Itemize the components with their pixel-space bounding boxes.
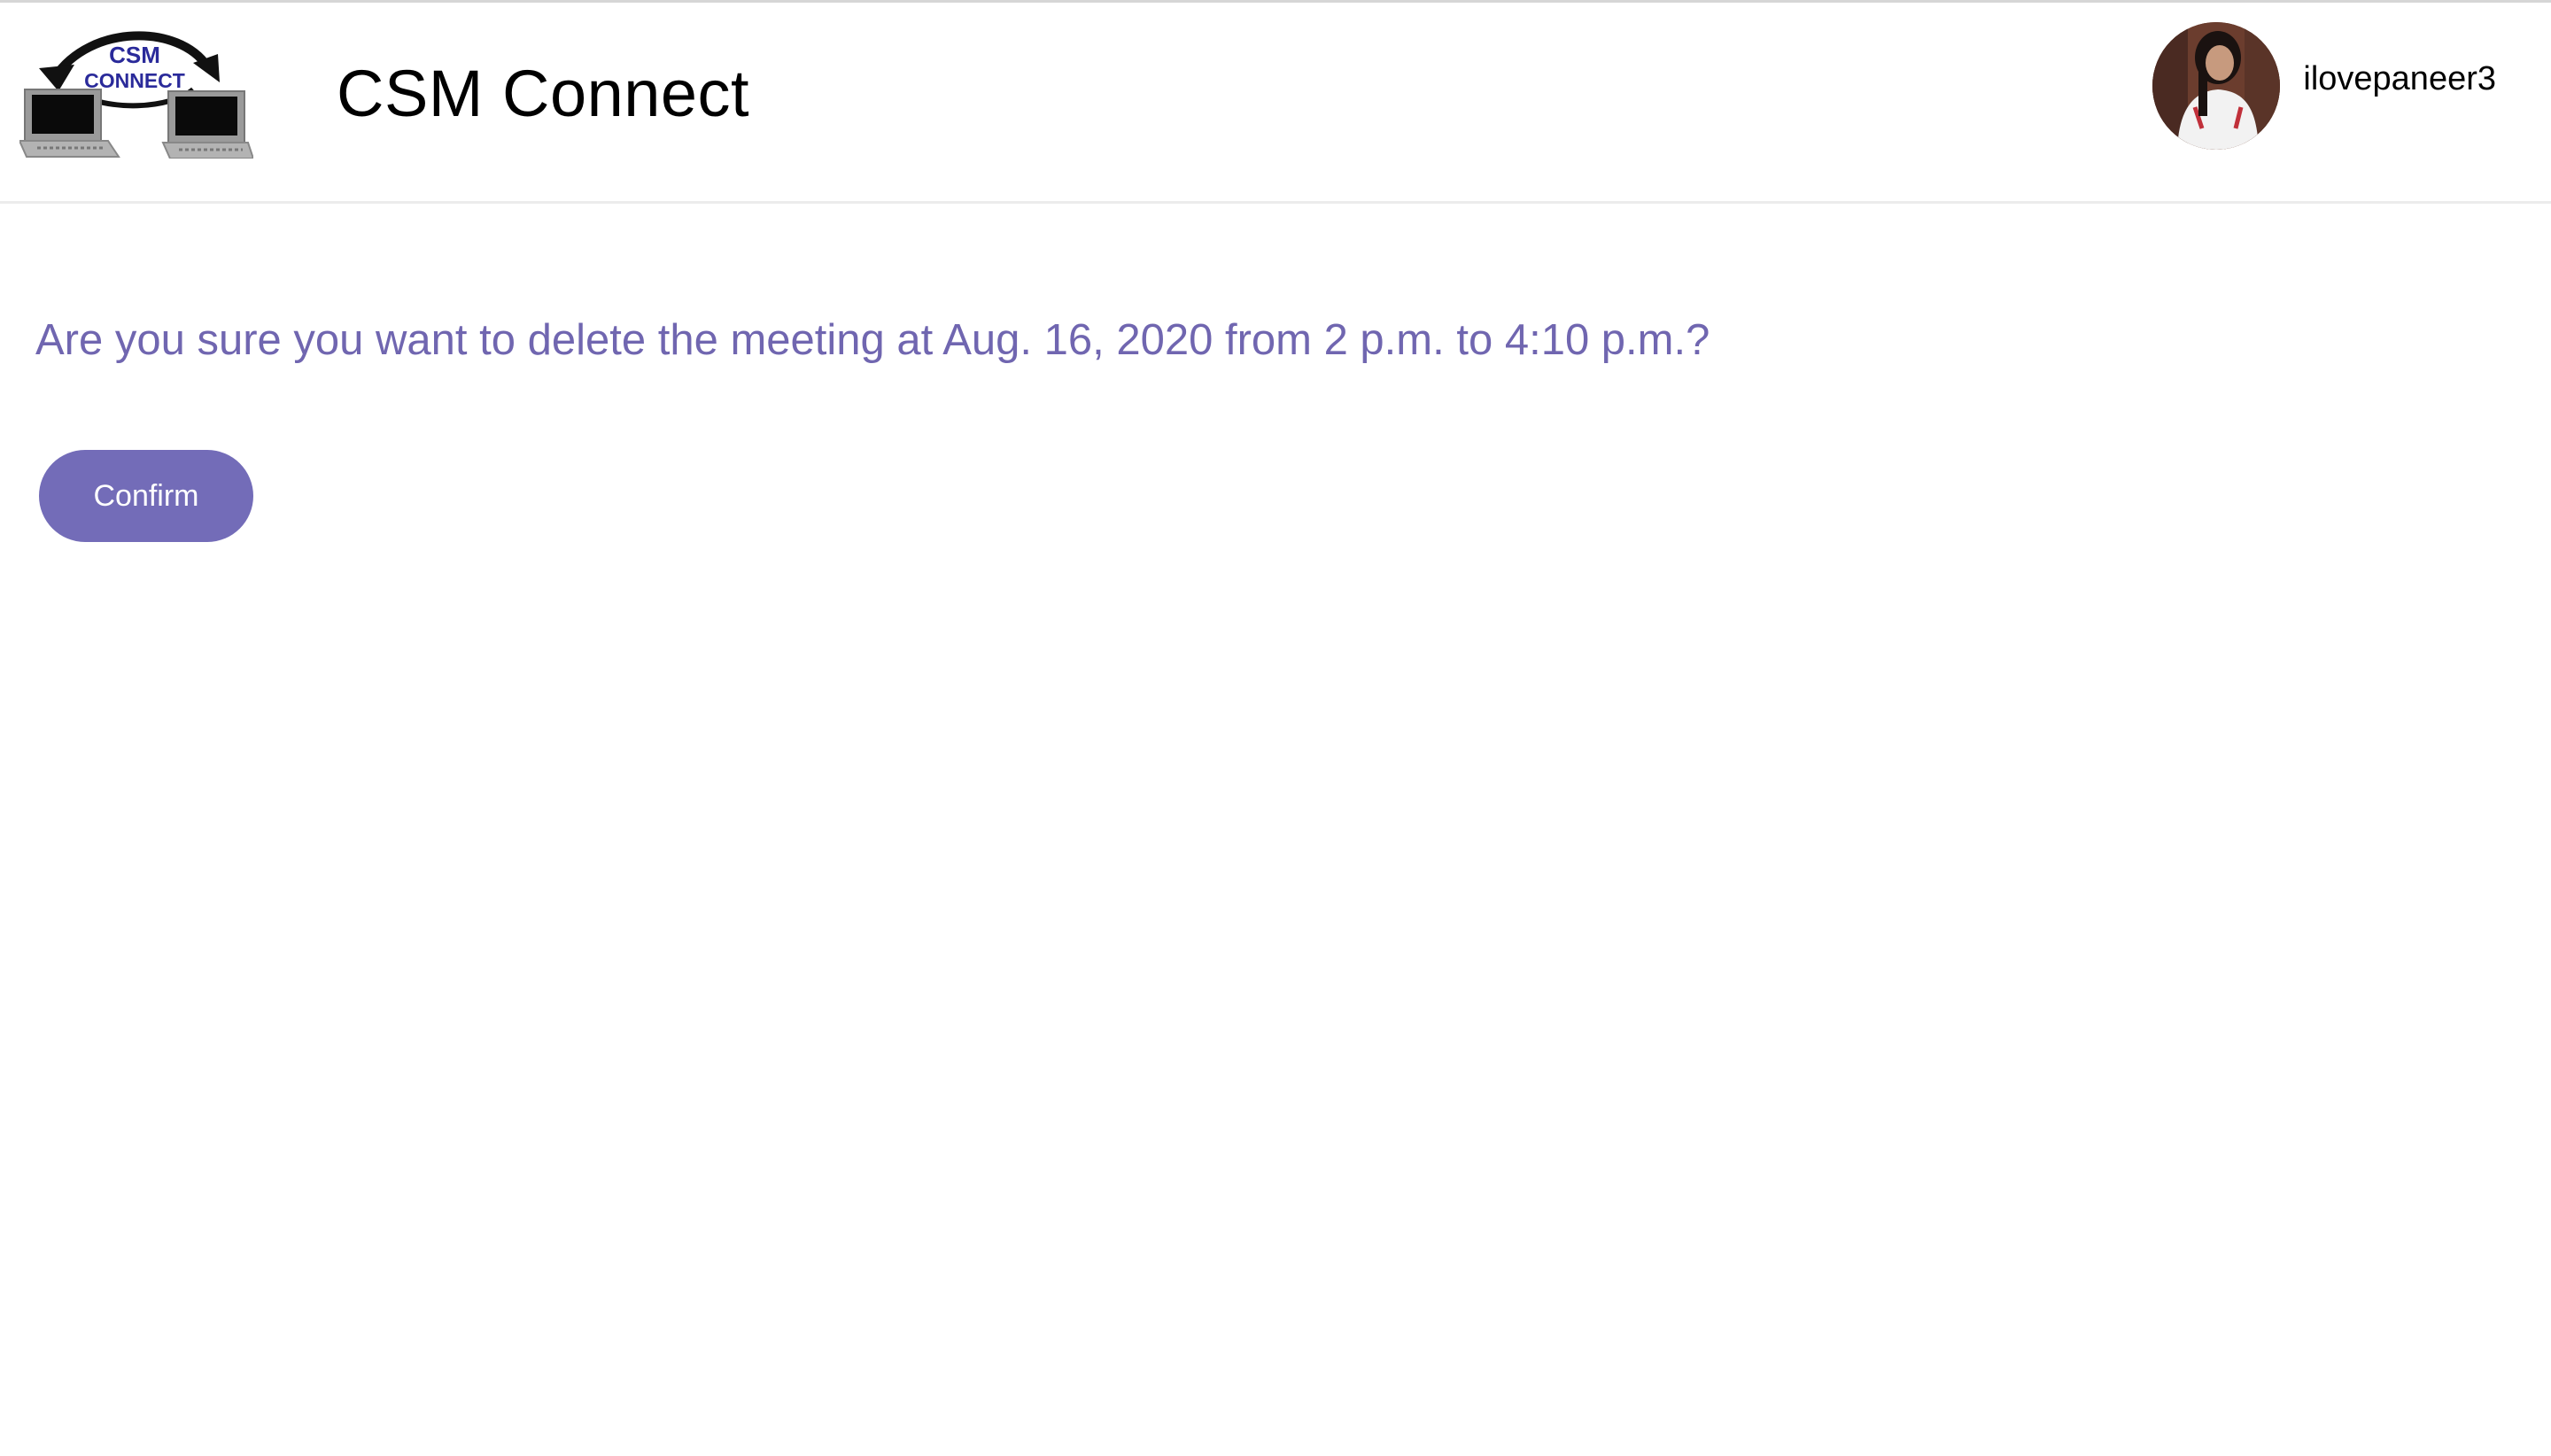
- avatar[interactable]: [2152, 22, 2281, 150]
- laptop-left-icon: [18, 89, 120, 158]
- logo-text-csm: CSM: [109, 42, 160, 68]
- navbar: CSM CONNECT CSM Connect ilovepaneer3: [0, 3, 2551, 204]
- csm-connect-logo[interactable]: CSM CONNECT: [18, 24, 255, 159]
- delete-confirmation-message: Are you sure you want to delete the meet…: [35, 316, 1710, 364]
- username[interactable]: ilovepaneer3: [2303, 60, 2496, 98]
- confirm-button[interactable]: Confirm: [39, 450, 253, 542]
- user-menu[interactable]: ilovepaneer3: [2152, 22, 2496, 150]
- laptop-right-icon: [161, 90, 255, 159]
- brand-title[interactable]: CSM Connect: [337, 56, 749, 131]
- csm-connect-logo-icon: CSM CONNECT: [18, 31, 255, 159]
- user-avatar-icon: [2152, 22, 2281, 150]
